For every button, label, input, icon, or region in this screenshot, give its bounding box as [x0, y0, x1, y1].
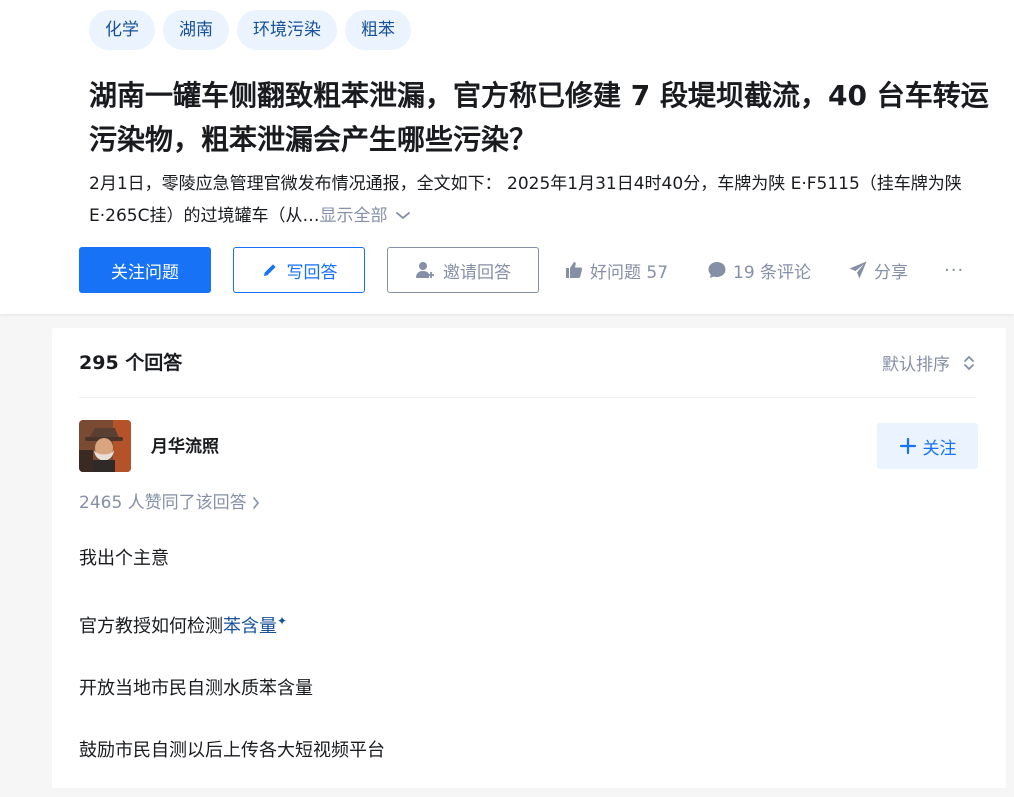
comments-label: 19 条评论 [733, 262, 812, 283]
avatar[interactable] [79, 420, 131, 472]
plus-icon [899, 437, 916, 455]
comment-icon [708, 262, 726, 278]
chevron-down-icon [396, 212, 411, 220]
write-answer-label: 写回答 [286, 262, 338, 283]
answer-paragraph: 官方教授如何检测苯含量✦ [79, 605, 959, 643]
votes-summary[interactable]: 2465 人赞同了该回答 [79, 488, 261, 513]
paper-plane-icon [849, 261, 867, 279]
question-header: 化学 湖南 环境污染 粗苯 湖南一罐车侧翻致粗苯泄漏，官方称已修建 7 段堤坝截… [0, 0, 1014, 314]
search-spark-icon: ✦ [277, 614, 288, 628]
excerpt-text: 2月1日，零陵应急管理官微发布情况通报，全文如下： 2025年1月31日4时40… [89, 174, 962, 226]
paragraph-text: 官方教授如何检测 [79, 616, 223, 637]
question-excerpt: 2月1日，零陵应急管理官微发布情况通报，全文如下： 2025年1月31日4时40… [89, 168, 1009, 232]
follow-question-button[interactable]: 关注问题 [79, 247, 211, 293]
follow-author-label: 关注 [922, 438, 957, 459]
answer-content: 我出个主意 官方教授如何检测苯含量✦ 开放当地市民自测水质苯含量 鼓励市民自测以… [79, 543, 959, 797]
good-question-button[interactable]: 好问题 57 [564, 256, 668, 284]
follow-question-label: 关注问题 [111, 262, 179, 283]
topic-tag[interactable]: 环境污染 [237, 10, 337, 50]
votes-text: 2465 人赞同了该回答 [79, 493, 247, 513]
invite-answer-button[interactable]: 邀请回答 [387, 247, 539, 293]
show-all-label: 显示全部 [319, 206, 388, 226]
topic-tag[interactable]: 粗苯 [345, 10, 411, 50]
invite-user-icon [416, 262, 434, 278]
avatar-image [79, 420, 131, 472]
chevron-right-icon [252, 497, 259, 509]
sort-dropdown[interactable]: 默认排序 [882, 350, 976, 375]
invite-answer-label: 邀请回答 [443, 262, 511, 283]
follow-author-button[interactable]: 关注 [877, 423, 978, 469]
answers-panel: 295 个回答 默认排序 月华流照 关注 2465 人赞同了该回答 我出个主意 … [52, 328, 1006, 788]
share-label: 分享 [874, 262, 908, 283]
author-name[interactable]: 月华流照 [151, 432, 219, 457]
sort-chevrons-icon [964, 355, 974, 370]
sort-label: 默认排序 [882, 355, 950, 375]
keyword-text: 苯含量 [223, 616, 277, 637]
thumbs-up-icon [566, 262, 583, 278]
pen-icon [263, 264, 276, 276]
more-actions-button[interactable]: ··· [944, 256, 964, 284]
question-title: 湖南一罐车侧翻致粗苯泄漏，官方称已修建 7 段堤坝截流，40 台车转运污染物，粗… [89, 79, 989, 156]
answer-paragraph: 开放当地市民自测水质苯含量 [79, 678, 313, 699]
keyword-link[interactable]: 苯含量✦ [223, 614, 288, 637]
topic-tag[interactable]: 湖南 [163, 10, 229, 50]
answer-paragraph: 我出个主意 [79, 548, 169, 569]
divider [79, 397, 976, 398]
show-all-link[interactable]: 显示全部 [319, 206, 411, 226]
answer-paragraph: 鼓励市民自测以后上传各大短视频平台 [79, 740, 385, 761]
share-button[interactable]: 分享 [848, 256, 908, 284]
comments-button[interactable]: 19 条评论 [707, 256, 811, 284]
answers-count: 295 个回答 [79, 352, 183, 374]
topic-tag[interactable]: 化学 [89, 10, 155, 50]
write-answer-button[interactable]: 写回答 [233, 247, 365, 293]
topic-tags: 化学 湖南 环境污染 粗苯 [89, 10, 411, 50]
good-question-label: 好问题 57 [590, 262, 669, 283]
